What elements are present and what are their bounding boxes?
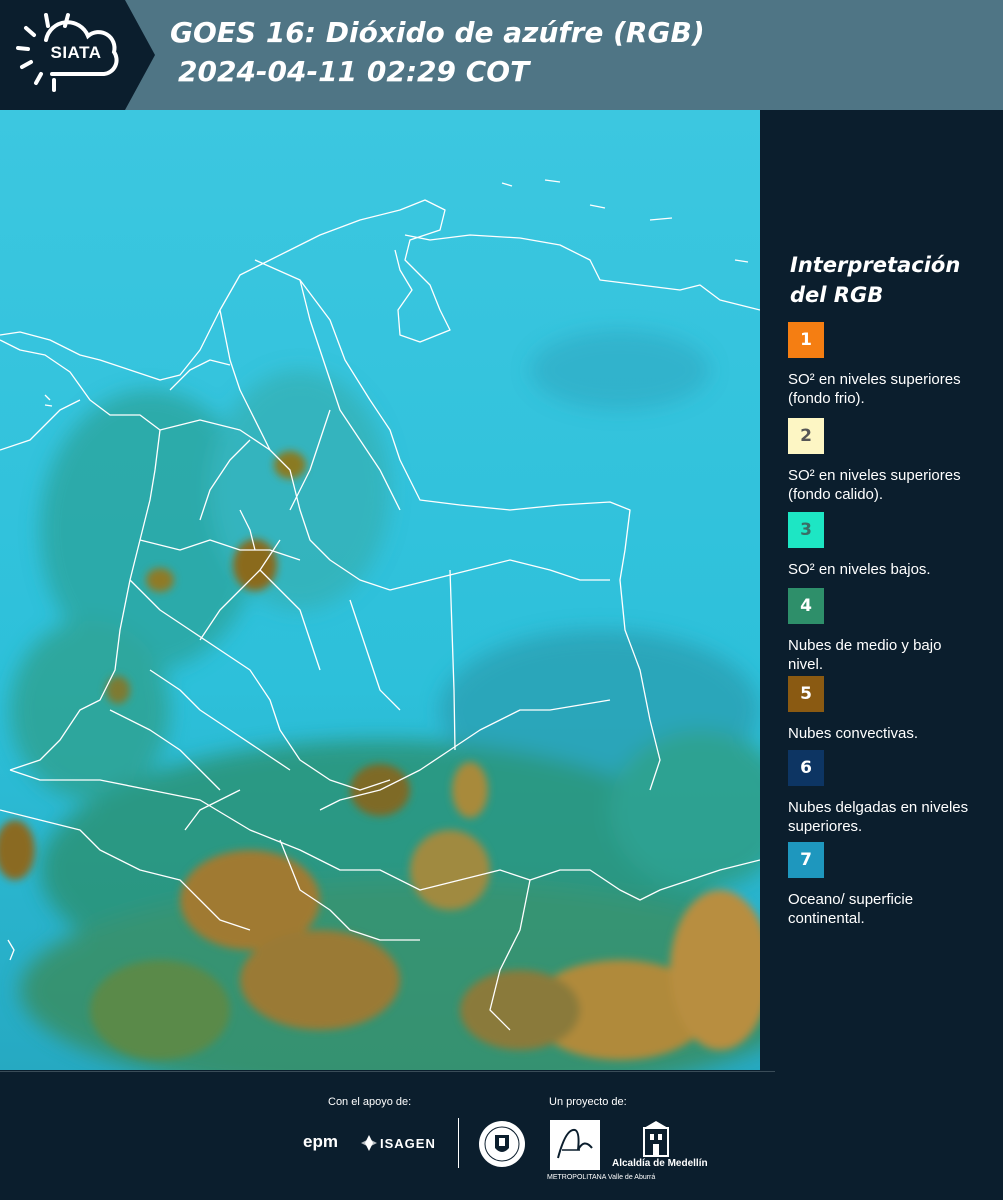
legend-number-5: 5 xyxy=(800,684,812,704)
legend-number-7: 7 xyxy=(800,850,812,870)
legend-number-2: 2 xyxy=(800,426,812,446)
legend-item-2: 2 SO² en niveles superiores (fondo calid… xyxy=(788,418,998,504)
siata-logo: SIATA xyxy=(0,0,155,110)
legend-label-2: SO² en niveles superiores (fondo calido)… xyxy=(788,467,961,503)
legend-item-6: 6 Nubes delgadas en niveles superiores. xyxy=(788,750,998,836)
legend-swatch-7: 7 xyxy=(788,842,824,878)
legend-swatch-1: 1 xyxy=(788,322,824,358)
legend-label-3: SO² en niveles bajos. xyxy=(788,561,931,578)
alcaldia-building-icon xyxy=(643,1121,669,1157)
isagen-icon xyxy=(361,1135,377,1151)
legend-label-7: Oceano/ superficie continental. xyxy=(788,891,914,927)
legend-item-1: 1 SO² en niveles superiores (fondo frio)… xyxy=(788,322,998,408)
legend-number-4: 4 xyxy=(800,596,812,616)
project-label: Un proyecto de: xyxy=(549,1096,627,1108)
legend-swatch-4: 4 xyxy=(788,588,824,624)
legend-item-5: 5 Nubes convectivas. xyxy=(788,676,998,743)
legend-swatch-3: 3 xyxy=(788,512,824,548)
legend-label-6: Nubes delgadas en niveles superiores. xyxy=(788,799,969,835)
legend-panel: Interpretación del RGB 1 SO² en niveles … xyxy=(760,110,1003,1070)
footer: Con el apoyo de: Un proyecto de: epm ISA… xyxy=(0,1070,1003,1200)
support-label: Con el apoyo de: xyxy=(328,1096,412,1108)
header: SIATA GOES 16: Dióxido de azúfre (RGB) 2… xyxy=(0,0,1003,110)
epm-logo: epm xyxy=(303,1132,338,1151)
legend-number-6: 6 xyxy=(800,758,812,778)
area-metropolitana-icon xyxy=(550,1120,600,1170)
satellite-map-image xyxy=(0,110,760,1070)
legend-title: Interpretación del RGB xyxy=(790,253,961,307)
medellin-seal-icon xyxy=(479,1121,525,1167)
legend-label-4: Nubes de medio y bajo nivel. xyxy=(788,637,942,673)
legend-label-1: SO² en niveles superiores (fondo frio). xyxy=(788,371,961,407)
legend-item-3: 3 SO² en niveles bajos. xyxy=(788,512,998,579)
alcaldia-caption: Alcaldía de Medellín xyxy=(612,1158,708,1169)
footer-divider xyxy=(458,1118,459,1168)
legend-swatch-5: 5 xyxy=(788,676,824,712)
page-timestamp: 2024-04-11 02:29 COT xyxy=(178,55,530,88)
satellite-map xyxy=(0,110,760,1070)
legend-swatch-2: 2 xyxy=(788,418,824,454)
legend-label-5: Nubes convectivas. xyxy=(788,725,919,742)
legend-number-3: 3 xyxy=(800,520,812,540)
siata-logo-text: SIATA xyxy=(50,43,102,62)
area-caption: METROPOLITANA Valle de Aburrá xyxy=(547,1174,656,1181)
legend-number-1: 1 xyxy=(800,330,812,350)
footer-divider-line xyxy=(0,1071,775,1072)
legend-item-7: 7 Oceano/ superficie continental. xyxy=(788,842,998,928)
legend-item-4: 4 Nubes de medio y bajo nivel. xyxy=(788,588,998,674)
isagen-logo: ISAGEN xyxy=(380,1136,436,1151)
legend-swatch-6: 6 xyxy=(788,750,824,786)
page-title: GOES 16: Dióxido de azúfre (RGB) xyxy=(170,16,705,49)
